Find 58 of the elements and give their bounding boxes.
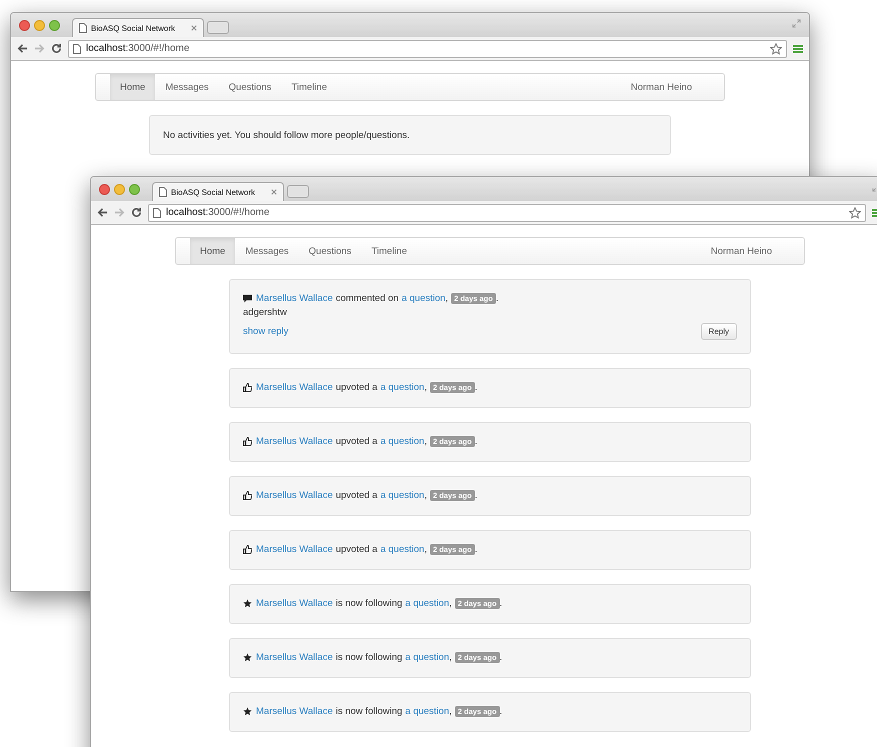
user-link[interactable]: Marsellus Wallace [256, 293, 333, 304]
reply-button[interactable]: Reply [700, 323, 737, 340]
question-link[interactable]: a question [405, 706, 450, 717]
question-link[interactable]: a question [380, 544, 424, 555]
show-reply-link[interactable]: show reply [243, 326, 288, 337]
activity-text: upvoted a [336, 436, 378, 447]
user-link[interactable]: Marsellus Wallace [256, 652, 333, 663]
activity-text: upvoted a [336, 490, 378, 501]
question-link[interactable]: a question [380, 490, 424, 501]
nav-tab[interactable]: Home [110, 74, 156, 100]
nav-tab[interactable]: Questions [298, 238, 362, 264]
comma-text: , [424, 436, 427, 447]
activity-text: is now following [336, 706, 402, 717]
comma-text: , [449, 652, 452, 663]
question-link[interactable]: a question [380, 436, 424, 447]
comma-text: , [445, 293, 448, 304]
nav-tab[interactable]: Messages [235, 238, 299, 264]
period-text: . [474, 544, 478, 555]
period-text: . [474, 490, 478, 501]
nav-tab[interactable]: Messages [155, 74, 219, 100]
comma-text: , [424, 382, 427, 393]
user-link[interactable]: Marsellus Wallace [256, 382, 333, 393]
activity-text: is now following [336, 652, 402, 663]
period-text: . [474, 436, 478, 447]
activity-text: is now following [336, 598, 402, 609]
nav-tab[interactable]: Timeline [281, 74, 337, 100]
user-link[interactable]: Marsellus Wallace [256, 706, 333, 717]
comma-text: , [449, 706, 452, 717]
question-link[interactable]: a question [405, 598, 450, 609]
nav-tab[interactable]: Home [190, 238, 236, 264]
comma-text: , [424, 544, 427, 555]
question-link[interactable]: a question [380, 382, 424, 393]
comment-text: adgershtw [243, 307, 288, 318]
user-link[interactable]: Marsellus Wallace [256, 544, 333, 555]
period-text: . [474, 382, 478, 393]
question-link[interactable]: a question [402, 293, 446, 304]
comma-text: , [449, 598, 452, 609]
user-link[interactable]: Marsellus Wallace [256, 490, 333, 501]
activity-text: commented on [336, 293, 399, 304]
period-text: . [500, 706, 502, 717]
nav-tab[interactable]: Questions [218, 74, 282, 100]
browser-tab[interactable]: BioASQ Social Network [72, 18, 204, 37]
user-link[interactable]: Marsellus Wallace [256, 436, 333, 447]
user-link[interactable]: Norman Heino [700, 238, 782, 264]
activity-text: upvoted a [336, 544, 378, 555]
empty-message: No activities yet. You should follow more people/questions. [163, 130, 410, 141]
address-bar[interactable]: localhost:3000/#!/home [68, 40, 787, 58]
browser-tab[interactable]: BioASQ Social Network [152, 182, 284, 201]
comma-text: , [424, 490, 427, 501]
period-text: . [496, 293, 498, 304]
nav-tab[interactable]: Timeline [361, 238, 417, 264]
period-text: . [500, 652, 502, 663]
question-link[interactable]: a question [405, 652, 450, 663]
activity-text: upvoted a [336, 382, 378, 393]
user-link[interactable]: Norman Heino [620, 74, 702, 100]
period-text: . [500, 598, 502, 609]
user-link[interactable]: Marsellus Wallace [256, 598, 333, 609]
address-bar[interactable]: localhost:3000/#!/home [148, 204, 866, 222]
